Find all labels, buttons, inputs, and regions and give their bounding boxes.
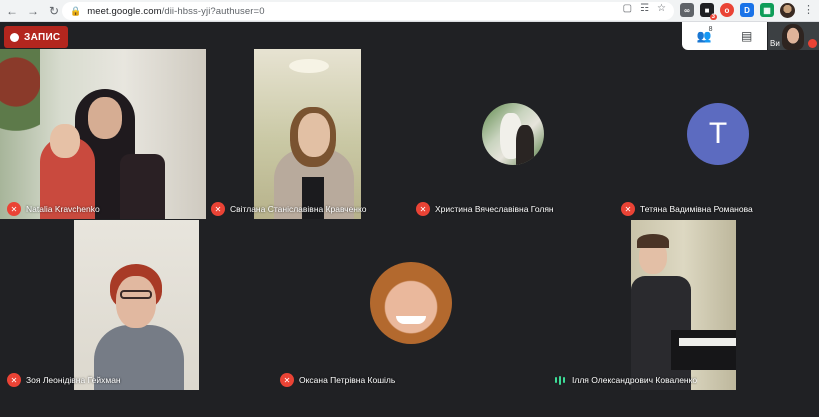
mic-off-icon: ✕ [416, 202, 430, 216]
participant-label: ✕ Світлана Станіславівна Кравченко [211, 202, 367, 216]
participant-tile[interactable] [274, 220, 548, 390]
participant-label: ✕ Оксана Петрівна Кошіль [280, 373, 395, 387]
record-label: ЗАПИС [24, 31, 61, 43]
url-host: meet.google.com [87, 5, 162, 17]
meet-grid: ЗАПИС 👥 8 ▤ Ви ✕ Natalia Kravchenko ✕ Св… [0, 22, 819, 417]
lock-icon[interactable]: 🔒 [70, 6, 81, 17]
mic-off-icon: ✕ [621, 202, 635, 216]
reload-icon[interactable]: ↻ [45, 2, 63, 20]
people-count: 8 [708, 26, 713, 33]
participant-name: Світлана Станіславівна Кравченко [230, 204, 367, 214]
participant-video [254, 49, 361, 219]
participant-name: Зоя Леонідівна Гейхман [26, 375, 121, 385]
participant-tile[interactable]: T [616, 49, 819, 219]
screen-ext-icon[interactable]: ■ 3 [700, 3, 717, 20]
participant-name: Христина Вячеславівна Голян [435, 204, 554, 214]
mic-off-icon: ✕ [211, 202, 225, 216]
mic-off-icon: ✕ [280, 373, 294, 387]
participant-label: ✕ Тетяна Вадимівна Романова [621, 202, 753, 216]
translate-icon[interactable]: ☶ [640, 3, 649, 14]
chat-button[interactable]: ▤ [741, 29, 752, 43]
forward-icon[interactable]: → [24, 2, 42, 20]
camera-icon[interactable]: ▢ [623, 3, 632, 14]
infinity-ext-icon[interactable]: ∞ [680, 3, 694, 17]
self-view[interactable]: Ви [768, 22, 819, 50]
mic-off-icon: ✕ [7, 202, 21, 216]
participant-label: ✕ Зоя Леонідівна Гейхман [7, 373, 121, 387]
record-indicator[interactable]: ЗАПИС [4, 26, 69, 48]
participant-video [631, 220, 736, 390]
participant-label: Ілля Олександрович Коваленко [553, 373, 697, 387]
back-icon[interactable]: ← [3, 2, 21, 20]
participant-tile[interactable] [410, 49, 616, 219]
participant-video [0, 49, 206, 219]
profile-avatar[interactable] [780, 3, 795, 18]
chat-icon: ▤ [740, 29, 753, 43]
url-path: /dii-hbss-yji?authuser=0 [161, 5, 265, 17]
mic-off-icon: ✕ [7, 373, 21, 387]
participant-video [74, 220, 199, 390]
more-icon[interactable]: ⋮ [803, 3, 814, 18]
participant-name: Natalia Kravchenko [26, 204, 100, 214]
participant-name: Ілля Олександрович Коваленко [572, 375, 698, 385]
browser-toolbar: ← → ↻ 🔒 meet.google.com/dii-hbss-yji?aut… [0, 0, 819, 22]
url-text: meet.google.com/dii-hbss-yji?authuser=0 [87, 6, 264, 17]
record-dot-icon [10, 32, 19, 42]
participant-tile[interactable] [254, 49, 361, 219]
mic-off-icon [808, 39, 817, 48]
participant-avatar [370, 262, 452, 344]
speaking-indicator-icon [553, 373, 567, 387]
participant-avatar [482, 103, 544, 165]
ext-badge: 3 [709, 14, 717, 20]
participant-tile[interactable] [631, 220, 736, 390]
participant-label: ✕ Христина Вячеславівна Голян [416, 202, 554, 216]
self-label: Ви [770, 39, 780, 48]
people-button[interactable]: 👥 8 [697, 26, 713, 43]
opera-ext-icon[interactable]: o [720, 3, 734, 17]
d-ext-icon[interactable]: D [740, 3, 754, 17]
star-icon[interactable]: ☆ [657, 3, 666, 14]
participant-tile[interactable] [0, 49, 206, 219]
address-bar[interactable]: 🔒 meet.google.com/dii-hbss-yji?authuser=… [62, 2, 674, 20]
participant-tile[interactable] [74, 220, 199, 390]
sheet-ext-icon[interactable]: ▦ [760, 3, 774, 17]
participant-name: Тетяна Вадимівна Романова [640, 204, 753, 214]
participant-name: Оксана Петрівна Кошіль [299, 375, 396, 385]
top-panel: 👥 8 ▤ [682, 22, 767, 50]
participant-avatar: T [687, 103, 749, 165]
participant-label: ✕ Natalia Kravchenko [7, 202, 100, 216]
self-video [782, 24, 804, 50]
